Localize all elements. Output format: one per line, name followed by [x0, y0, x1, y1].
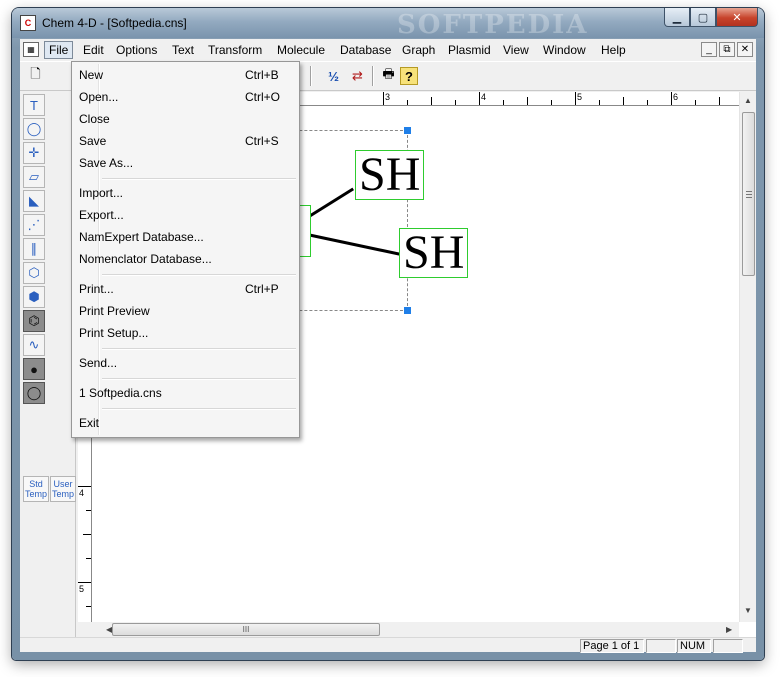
toolbar-separator — [310, 66, 312, 86]
menu-item-save[interactable]: Save Ctrl+S — [75, 130, 296, 152]
menu-view[interactable]: View — [499, 42, 533, 58]
menu-item-recent-file[interactable]: 1 Softpedia.cns — [75, 382, 296, 404]
mdi-close-button[interactable]: ✕ — [737, 42, 753, 57]
wedge-bond-icon[interactable]: ◣ — [23, 190, 45, 212]
fraction-icon[interactable]: ½ — [322, 65, 345, 87]
scroll-right-arrow-icon[interactable]: ▶ — [726, 625, 732, 634]
close-button[interactable]: ✕ — [716, 8, 758, 27]
toolbar-separator — [372, 66, 374, 86]
atom-sh-bottom[interactable]: SH — [399, 228, 469, 278]
menu-window[interactable]: Window — [539, 42, 590, 58]
eraser-icon[interactable]: ▱ — [23, 166, 45, 188]
menu-options[interactable]: Options — [112, 42, 161, 58]
std-temp-tab[interactable]: Std Temp — [23, 476, 49, 502]
ruler-number: 4 — [481, 92, 487, 102]
mdi-restore-button[interactable]: ⧉ — [719, 42, 735, 57]
help-icon[interactable]: ? — [400, 67, 418, 85]
mdi-minimize-button[interactable]: _ — [701, 42, 717, 57]
menu-item-exit[interactable]: Exit — [75, 412, 296, 434]
ruler-number: 3 — [385, 92, 391, 102]
scroll-down-arrow-icon[interactable]: ▼ — [744, 606, 752, 615]
maximize-button[interactable]: ▢ — [690, 8, 716, 27]
cyclopentane-icon[interactable]: ◯ — [23, 382, 45, 404]
status-empty — [646, 639, 676, 653]
document-icon[interactable]: ▦ — [23, 42, 39, 57]
chain-icon[interactable]: ∿ — [23, 334, 45, 356]
menu-bar: ▦ File Edit Options Text Transform Molec… — [20, 39, 756, 60]
menu-database[interactable]: Database — [336, 42, 395, 58]
text-tool-icon[interactable]: T — [23, 94, 45, 116]
watermark-logo: SOFTPEDIA — [397, 10, 589, 40]
status-bar: Page 1 of 1 NUM — [20, 637, 756, 653]
menu-graph[interactable]: Graph — [398, 42, 439, 58]
database-transfer-icon[interactable]: ⇄ — [346, 65, 369, 87]
ring-fill-icon[interactable]: ● — [23, 358, 45, 380]
menu-item-new[interactable]: New Ctrl+B — [75, 64, 296, 86]
hexagon-icon[interactable]: ⬡ — [23, 262, 45, 284]
menu-item-export[interactable]: Export... — [75, 204, 296, 226]
menu-item-close[interactable]: Close — [75, 108, 296, 130]
benzene-icon[interactable]: ⌬ — [23, 310, 45, 332]
hash-bond-icon[interactable]: ⋰ — [23, 214, 45, 236]
title-bar[interactable]: C Chem 4-D - [Softpedia.cns] SOFTPEDIA ▁… — [12, 8, 764, 40]
user-temp-tab[interactable]: User Temp — [50, 476, 76, 502]
status-empty — [713, 639, 743, 653]
new-document-icon[interactable]: 🗋 — [24, 65, 47, 87]
atom-map-icon[interactable]: ✛ — [23, 142, 45, 164]
menu-molecule[interactable]: Molecule — [273, 42, 329, 58]
ruler-number: 4 — [79, 488, 85, 498]
menu-transform[interactable]: Transform — [204, 42, 266, 58]
ruler-number: 6 — [673, 92, 679, 102]
ruler-number: 5 — [577, 92, 583, 102]
double-bond-icon[interactable]: ∥ — [23, 238, 45, 260]
file-menu-dropdown: New Ctrl+B Open... Ctrl+O Close Save Ctrl+S… — [71, 61, 300, 438]
ruler-number: 5 — [79, 584, 85, 594]
horizontal-scrollbar[interactable]: ◀ III ▶ — [78, 622, 739, 637]
menu-separator — [102, 274, 296, 276]
minimize-button[interactable]: ▁ — [664, 8, 690, 27]
horizontal-scroll-thumb[interactable]: III — [112, 623, 380, 636]
menu-text[interactable]: Text — [168, 42, 198, 58]
menu-help[interactable]: Help — [597, 42, 630, 58]
tool-palette: T ◯ ✛ ▱ ◣ ⋰ ∥ ⬡ ⬢ ⌬ ∿ ● ◯ Std Temp User … — [20, 92, 76, 652]
lasso-icon[interactable]: ◯ — [23, 118, 45, 140]
menu-item-open[interactable]: Open... Ctrl+O — [75, 86, 296, 108]
menu-item-print[interactable]: Print... Ctrl+P — [75, 278, 296, 300]
menu-edit[interactable]: Edit — [79, 42, 108, 58]
menu-item-send[interactable]: Send... — [75, 352, 296, 374]
menu-item-nomenclator-database[interactable]: Nomenclator Database... — [75, 248, 296, 270]
menu-item-print-preview[interactable]: Print Preview — [75, 300, 296, 322]
menu-separator — [102, 178, 296, 180]
menu-separator — [102, 408, 296, 410]
print-icon[interactable]: 🖶 — [377, 65, 400, 87]
page-indicator: Page 1 of 1 — [580, 639, 644, 653]
menu-item-save-as[interactable]: Save As... — [75, 152, 296, 174]
menu-item-print-setup[interactable]: Print Setup... — [75, 322, 296, 344]
menu-file[interactable]: File — [44, 41, 74, 59]
resize-handle[interactable] — [404, 127, 411, 134]
scroll-up-arrow-icon[interactable]: ▲ — [744, 96, 752, 105]
menu-item-namexpert-database[interactable]: NamExpert Database... — [75, 226, 296, 248]
window-title: Chem 4-D - [Softpedia.cns] — [42, 16, 187, 30]
menu-plasmid[interactable]: Plasmid — [444, 42, 495, 58]
num-lock-indicator: NUM — [677, 639, 711, 653]
cyclohexane-icon[interactable]: ⬢ — [23, 286, 45, 308]
vertical-scrollbar[interactable]: ▲ ▼ — [739, 92, 756, 622]
vertical-scroll-thumb[interactable] — [742, 112, 755, 276]
menu-separator — [102, 348, 296, 350]
atom-sh-top[interactable]: SH — [355, 150, 425, 200]
app-icon[interactable]: C — [20, 15, 36, 31]
resize-handle[interactable] — [404, 307, 411, 314]
menu-separator — [102, 378, 296, 380]
menu-item-import[interactable]: Import... — [75, 182, 296, 204]
